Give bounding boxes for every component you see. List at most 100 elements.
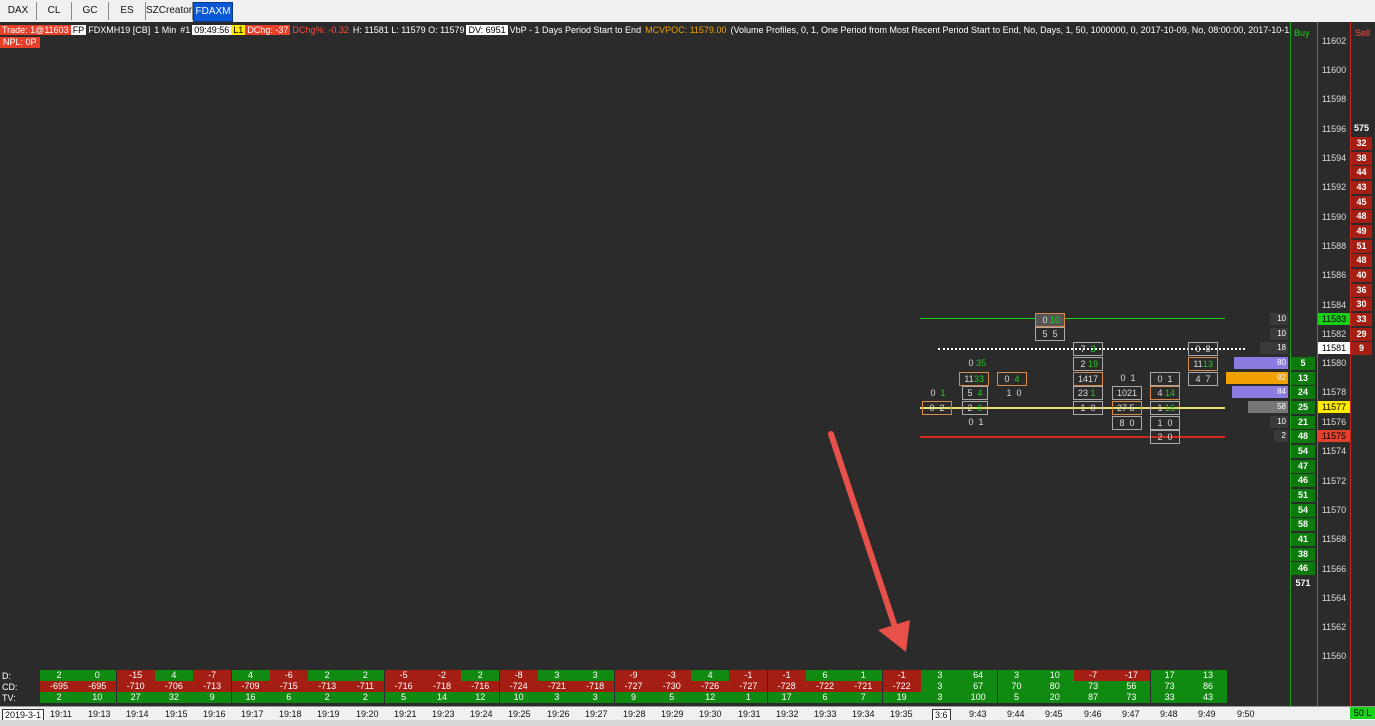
- stat-cell-d: 4: [691, 670, 730, 681]
- time-label: 19:34: [852, 709, 875, 719]
- stat-cell-d: -8: [499, 670, 538, 681]
- stat-cell-cd: -727: [729, 681, 768, 692]
- stat-cell-d: 2: [308, 670, 347, 681]
- stat-cell-d: -7: [193, 670, 232, 681]
- stat-cell-tv: 5: [652, 692, 691, 703]
- time-label: 19:27: [585, 709, 608, 719]
- stat-cell-cd: 86: [1189, 681, 1227, 692]
- stat-cell-tv: 27: [116, 692, 155, 703]
- stat-cell-tv: 3: [576, 692, 615, 703]
- stat-cell-d: -7: [1074, 670, 1113, 681]
- stat-cell-cd: -721: [537, 681, 576, 692]
- time-label: 19:30: [699, 709, 722, 719]
- stat-cell-cd: -728: [767, 681, 806, 692]
- stat-cell-d: 2: [461, 670, 500, 681]
- time-label: 9:43: [969, 709, 987, 719]
- time-label: 19:21: [394, 709, 417, 719]
- stat-cell-cd: -718: [576, 681, 615, 692]
- time-label: 19:20: [356, 709, 379, 719]
- stat-cell-d: 64: [959, 670, 998, 681]
- stat-cell-d: 10: [1035, 670, 1074, 681]
- stat-cell-d: -1: [767, 670, 806, 681]
- stat-cell-d: -1: [729, 670, 768, 681]
- stat-cell-tv: 19: [882, 692, 921, 703]
- time-label: 19:32: [776, 709, 799, 719]
- stat-cell-tv: 12: [691, 692, 730, 703]
- stat-cell-tv: 17: [767, 692, 806, 703]
- stat-cell-d: -2: [423, 670, 461, 681]
- stat-cell-tv: 5: [384, 692, 423, 703]
- time-label: 19:24: [470, 709, 493, 719]
- stat-cell-d: 13: [1189, 670, 1227, 681]
- stat-cell-cd: -713: [193, 681, 232, 692]
- stat-cell-cd: -716: [461, 681, 500, 692]
- time-label: 19:25: [508, 709, 531, 719]
- stat-cell-cd: 67: [959, 681, 998, 692]
- stat-cell-d: 6: [806, 670, 844, 681]
- time-label: 9:45: [1045, 709, 1063, 719]
- cumulative-delta-row-label: CD:: [2, 682, 18, 692]
- time-label: 19:14: [126, 709, 149, 719]
- stat-cell-d: 3: [997, 670, 1036, 681]
- stat-cell-tv: 3: [920, 692, 959, 703]
- stat-cell-cd: -730: [652, 681, 691, 692]
- time-label: 19:26: [547, 709, 570, 719]
- stat-cell-d: 3: [537, 670, 576, 681]
- time-label: 19:28: [623, 709, 646, 719]
- stat-cell-d: 1: [844, 670, 883, 681]
- stat-cell-tv: 2: [346, 692, 385, 703]
- stat-cell-cd: -709: [231, 681, 270, 692]
- stat-cell-tv: 1: [729, 692, 768, 703]
- stat-cell-cd: 73: [1150, 681, 1189, 692]
- stat-cell-cd: -722: [882, 681, 921, 692]
- stat-cell-tv: 6: [269, 692, 308, 703]
- time-label: 19:15: [165, 709, 188, 719]
- stat-cell-d: 17: [1150, 670, 1189, 681]
- stat-cell-d: 0: [78, 670, 117, 681]
- time-label: 19:29: [661, 709, 684, 719]
- stat-cell-cd: -711: [346, 681, 385, 692]
- stat-cell-tv: 2: [40, 692, 78, 703]
- stat-cell-d: -9: [614, 670, 653, 681]
- time-label: 9:49: [1198, 709, 1216, 719]
- delta-row-label: D:: [2, 671, 11, 681]
- time-label: 19:19: [317, 709, 340, 719]
- stat-cell-tv: 5: [997, 692, 1036, 703]
- stat-cell-d: 4: [231, 670, 270, 681]
- stat-cell-d: 4: [154, 670, 193, 681]
- stat-cell-cd: -695: [40, 681, 78, 692]
- stat-cell-cd: -721: [844, 681, 883, 692]
- stat-cell-tv: 2: [308, 692, 347, 703]
- time-label: 19:31: [738, 709, 761, 719]
- stat-cell-cd: -715: [269, 681, 308, 692]
- stat-cell-cd: 73: [1074, 681, 1113, 692]
- time-label: 9:50: [1237, 709, 1255, 719]
- stat-cell-d: -15: [116, 670, 155, 681]
- annotation-arrow: [828, 431, 910, 652]
- time-axis[interactable]: 2019-3-1 19:11 19:13 19:14 19:15 19:16 19:17 19…: [0, 706, 1375, 721]
- time-label: 19:17: [241, 709, 264, 719]
- stat-cell-cd: -716: [384, 681, 423, 692]
- time-label: 9:44: [1007, 709, 1025, 719]
- stat-cell-tv: 7: [844, 692, 883, 703]
- time-label: 19:33: [814, 709, 837, 719]
- stat-cell-tv: 32: [154, 692, 193, 703]
- stat-cell-tv: 43: [1189, 692, 1227, 703]
- stat-cell-tv: 10: [78, 692, 117, 703]
- stat-cell-d: 2: [346, 670, 385, 681]
- stat-cell-d: 3: [920, 670, 959, 681]
- status-corner: 50 L: [1350, 707, 1375, 719]
- stat-cell-cd: 3: [920, 681, 959, 692]
- stat-cell-d: -1: [882, 670, 921, 681]
- stat-cell-tv: 20: [1035, 692, 1074, 703]
- stat-cell-tv: 12: [461, 692, 500, 703]
- time-label: 9:47: [1122, 709, 1140, 719]
- stat-cell-cd: -713: [308, 681, 347, 692]
- stat-cell-tv: 100: [959, 692, 998, 703]
- stat-cell-tv: 14: [423, 692, 461, 703]
- stat-cell-cd: 80: [1035, 681, 1074, 692]
- time-label: 19:11: [50, 709, 72, 719]
- stat-cell-d: -3: [652, 670, 691, 681]
- total-volume-row-label: TV:: [2, 693, 16, 703]
- horizontal-scrollbar[interactable]: [0, 720, 1375, 726]
